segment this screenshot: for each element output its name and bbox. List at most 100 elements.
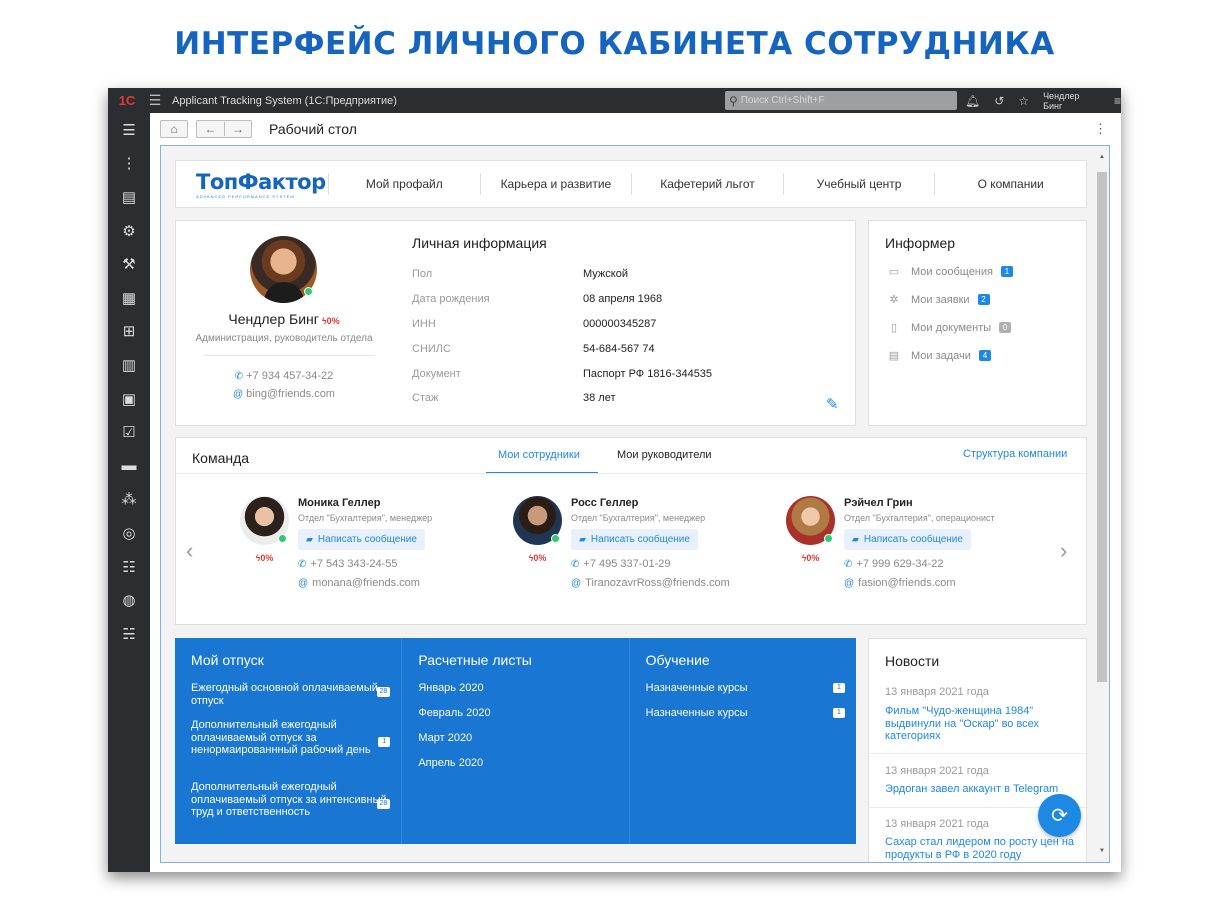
refresh-button[interactable]: ⟳ (1038, 794, 1081, 837)
news-link[interactable]: Фильм "Чудо-женщина 1984" выдвинули на "… (885, 705, 1075, 743)
task-icon: ▤ (888, 350, 900, 362)
write-message-button[interactable]: ▰ Написать сообщение (844, 529, 971, 550)
desktop-content: ТопФактор ADVANCED PERFORMANCE SYSTEM Мо… (160, 145, 1110, 863)
reader-icon[interactable]: ◍ (108, 583, 150, 617)
training-item[interactable]: Назначенные курсы (646, 707, 846, 720)
training-item[interactable]: Назначенные курсы (646, 682, 846, 695)
info-key: Документ (412, 368, 461, 380)
wrench-icon[interactable]: ⚒ (108, 247, 150, 281)
feedback-360-icon[interactable]: ◎ (108, 516, 150, 550)
1c-logo[interactable]: 1С (112, 93, 142, 108)
back-arrow-icon[interactable]: ← (197, 122, 224, 136)
staff-icon[interactable]: ☵ (108, 617, 150, 651)
company-structure-link[interactable]: Структура компании (963, 448, 1067, 460)
books-icon[interactable]: ▥ (108, 348, 150, 382)
member-phone-value: +7 543 343-24-55 (310, 558, 398, 570)
hierarchy-icon[interactable]: ⋮ (108, 147, 150, 181)
chevron-right-icon[interactable]: › (1060, 538, 1067, 564)
star-icon[interactable]: ☆ (1018, 94, 1029, 108)
count-badge: 0 (999, 322, 1012, 333)
more-options-icon[interactable]: ⋮ (1094, 121, 1107, 137)
info-key: Дата рождения (412, 293, 490, 305)
id-card-icon[interactable]: ▬ (108, 449, 150, 483)
request-icon: ✲ (889, 294, 899, 306)
checklist-icon[interactable]: ☑ (108, 415, 150, 449)
clipboard-icon[interactable]: ▤ (108, 180, 150, 214)
member-pct-value: 0% (533, 553, 547, 563)
vacation-item[interactable]: Ежегодный основной оплачиваемый отпуск (191, 682, 391, 707)
info-key: СНИЛС (412, 343, 451, 355)
main-menu-icon[interactable]: ☰ (142, 92, 168, 109)
chevron-left-icon[interactable]: ‹ (186, 538, 193, 564)
home-button[interactable]: ⌂ (160, 120, 188, 138)
informer-requests[interactable]: ✲ Мои заявки 2 (885, 293, 990, 306)
current-user[interactable]: Чендлер Бинг (1043, 91, 1100, 111)
profile-phone[interactable]: ✆ +7 934 457-34-22 (176, 370, 392, 382)
search-input[interactable]: ⚲ Поиск Ctrl+Shift+F (725, 91, 957, 110)
scrollbar[interactable]: ▲ ▼ (1097, 154, 1107, 854)
nav-my-profile[interactable]: Мой профайл (328, 173, 480, 195)
history-icon[interactable]: ↺ (994, 94, 1004, 108)
vacation-item[interactable]: Дополнительный ежегодный оплачиваемый от… (191, 781, 391, 819)
member-phone[interactable]: ✆ +7 495 337-01-29 (571, 558, 671, 570)
desktop-title: Рабочий стол (269, 121, 357, 137)
member-name[interactable]: Рэйчел Грин (844, 497, 913, 509)
document-icon: ▯ (890, 322, 898, 334)
team-icon[interactable]: ⁂ (108, 483, 150, 517)
news-date: 13 января 2021 года (885, 818, 989, 830)
member-phone[interactable]: ✆ +7 543 343-24-55 (298, 558, 398, 570)
at-icon: @ (571, 578, 582, 589)
at-icon: @ (298, 578, 309, 589)
news-link[interactable]: Сахар стал лидером по росту цен на проду… (885, 836, 1075, 861)
member-name[interactable]: Моника Геллер (298, 497, 380, 509)
member-name[interactable]: Росс Геллер (571, 497, 638, 509)
app-title: Applicant Tracking System (1С:Предприяти… (172, 94, 397, 107)
phone-icon: ✆ (844, 559, 853, 570)
payslip-link[interactable]: Январь 2020 (418, 682, 618, 695)
informer-documents[interactable]: ▯ Мои документы 0 (885, 321, 1012, 334)
write-message-label: Написать сообщение (317, 534, 417, 545)
member-phone[interactable]: ✆ +7 999 629-34-22 (844, 558, 944, 570)
profile-email-value: bing@friends.com (246, 388, 335, 400)
write-message-button[interactable]: ▰ Написать сообщение (571, 529, 698, 550)
member-email[interactable]: @ fasion@friends.com (844, 577, 956, 589)
group-icon[interactable]: ☷ (108, 550, 150, 584)
org-chart-icon[interactable]: ⊞ (108, 315, 150, 349)
summary-panel: Мой отпуск Ежегодный основной оплачиваем… (175, 638, 856, 844)
menu-icon[interactable]: ☰ (108, 113, 150, 147)
nav-career[interactable]: Карьера и развитие (479, 173, 632, 195)
payslip-link[interactable]: Апрель 2020 (418, 757, 618, 770)
informer-tasks[interactable]: ▤ Мои задачи 4 (885, 349, 991, 362)
presentation-icon[interactable]: ▣ (108, 382, 150, 416)
scroll-up-icon[interactable]: ▲ (1097, 154, 1107, 160)
count-badge: 1 (832, 708, 845, 718)
member-email[interactable]: @ TiranozavrRoss@friends.com (571, 577, 730, 589)
nav-benefits[interactable]: Кафетерий льгот (631, 173, 783, 195)
profile-pct: ϟ0% (321, 316, 340, 326)
gear-icon[interactable]: ⚙ (108, 214, 150, 248)
nav-training-center[interactable]: Учебный центр (782, 173, 935, 195)
settings-menu-icon[interactable]: ≡ (1114, 94, 1121, 108)
payslip-link[interactable]: Февраль 2020 (418, 707, 618, 720)
scroll-down-icon[interactable]: ▼ (1097, 848, 1107, 854)
users-card-icon[interactable]: ▦ (108, 281, 150, 315)
tab-my-managers[interactable]: Мои руководители (617, 449, 712, 461)
scroll-thumb[interactable] (1097, 172, 1107, 682)
member-email[interactable]: @ monana@friends.com (298, 577, 420, 589)
vacation-item[interactable]: Дополнительный ежегодный оплачиваемый от… (191, 719, 391, 757)
write-message-button[interactable]: ▰ Написать сообщение (298, 529, 425, 550)
brand-logo[interactable]: ТопФактор ADVANCED PERFORMANCE SYSTEM (176, 170, 328, 199)
edit-icon[interactable]: ✎ (826, 395, 839, 413)
informer-messages[interactable]: ▭ Мои сообщения 1 (885, 265, 1013, 278)
online-indicator (278, 534, 287, 543)
news-link[interactable]: Эрдоган завел аккаунт в Telegram (885, 783, 1075, 796)
informer-title: Информер (885, 235, 956, 251)
search-placeholder: Поиск Ctrl+Shift+F (740, 95, 825, 106)
profile-pct-value: 0% (326, 316, 340, 326)
profile-email[interactable]: @ bing@friends.com (176, 388, 392, 400)
tab-my-employees[interactable]: Мои сотрудники (498, 449, 580, 461)
payslip-link[interactable]: Март 2020 (418, 732, 618, 745)
nav-about[interactable]: О компании (934, 173, 1086, 195)
forward-arrow-icon[interactable]: → (223, 122, 251, 136)
bell-icon[interactable]: 🔔︎ (965, 94, 980, 108)
